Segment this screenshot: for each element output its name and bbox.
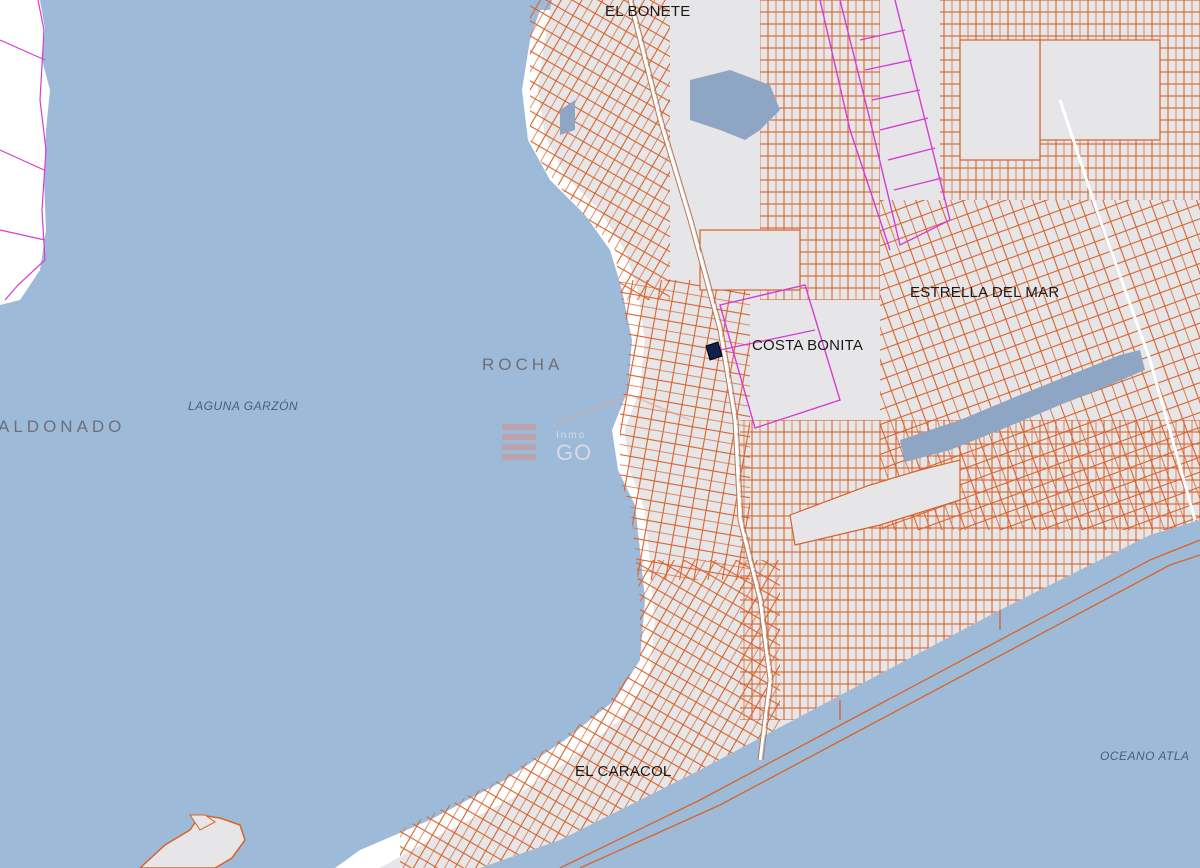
label-el-caracol: EL CARACOL: [575, 763, 672, 780]
label-laguna-garzon: LAGUNA GARZÓN: [188, 399, 299, 413]
label-rocha: ROCHA: [482, 355, 564, 374]
map-layers: [0, 0, 1200, 868]
label-oceano: OCEANO ATLA: [1100, 749, 1190, 763]
label-costa-bonita: COSTA BONITA: [752, 337, 864, 354]
map-canvas[interactable]: Inmo GO EL BONETE ESTRELLA DEL MAR COSTA…: [0, 0, 1200, 868]
watermark-brand-text: GO: [556, 440, 593, 465]
label-el-bonete: EL BONETE: [605, 3, 691, 20]
label-maldonado: ALDONADO: [0, 417, 126, 436]
label-estrella-del-mar: ESTRELLA DEL MAR: [910, 284, 1060, 301]
